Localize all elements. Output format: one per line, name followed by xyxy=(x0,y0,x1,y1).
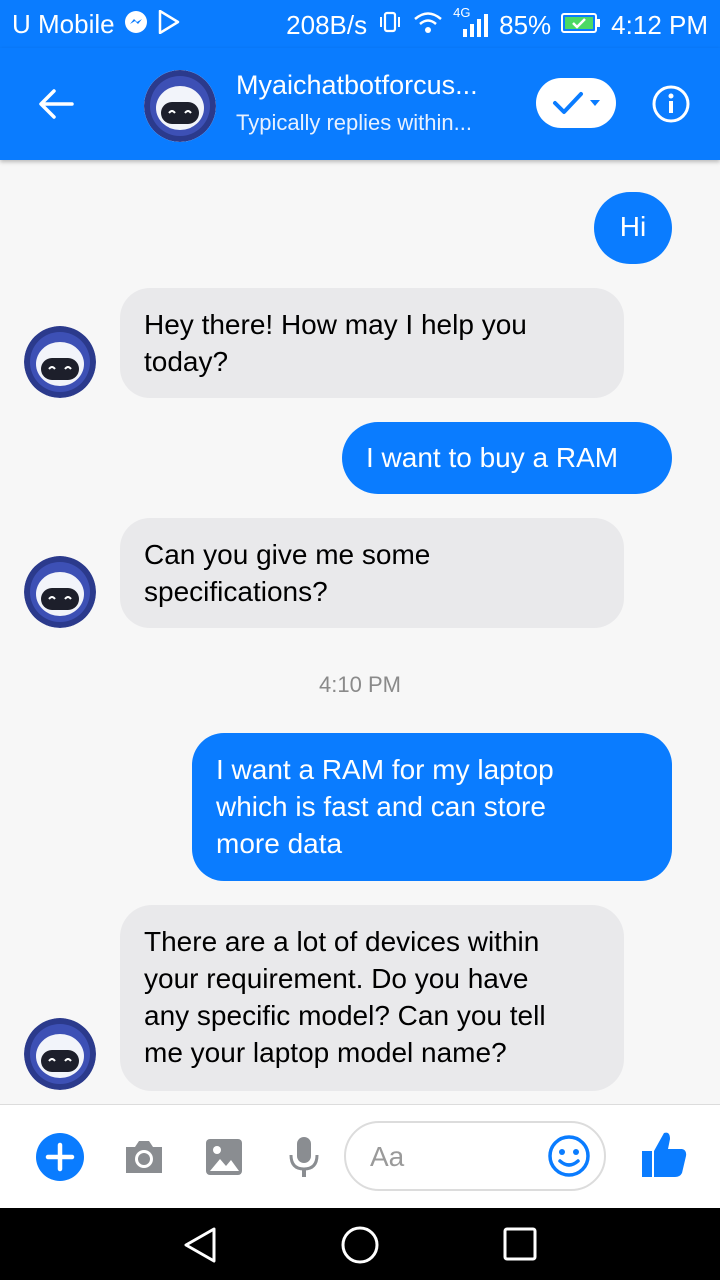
outgoing-message[interactable]: I want a RAM for my laptop which is fast… xyxy=(192,733,672,881)
message-line: There are a lot of devices within xyxy=(144,926,540,957)
info-button[interactable] xyxy=(651,84,691,124)
info-icon xyxy=(652,85,690,123)
message-line: Can you give me some xyxy=(144,539,431,570)
message-line: today? xyxy=(144,346,229,377)
microphone-icon xyxy=(289,1137,319,1177)
battery-icon xyxy=(561,10,601,41)
signal-icon: 4G xyxy=(453,5,489,39)
play-store-notification-icon xyxy=(158,9,180,41)
voice-button[interactable] xyxy=(286,1135,322,1183)
recents-nav-button[interactable] xyxy=(502,1226,538,1266)
carrier-name: U Mobile xyxy=(12,9,115,39)
emoji-button[interactable] xyxy=(546,1133,592,1179)
conversation-subtitle: Typically replies within... xyxy=(236,110,472,135)
network-speed: 208B/s xyxy=(286,10,368,40)
bot-avatar[interactable] xyxy=(144,70,216,142)
message-line: which is fast and can store xyxy=(216,791,546,822)
bot-avatar-small[interactable] xyxy=(24,556,96,628)
messenger-notification-icon xyxy=(124,10,148,41)
gallery-button[interactable] xyxy=(204,1137,244,1181)
robot-avatar-icon xyxy=(24,556,96,628)
incoming-message[interactable]: There are a lot of devices within your r… xyxy=(120,905,624,1091)
plus-icon xyxy=(36,1133,84,1181)
robot-avatar-icon xyxy=(144,70,216,142)
image-icon xyxy=(206,1139,242,1175)
outgoing-message[interactable]: I want to buy a RAM xyxy=(342,422,672,494)
actions-dropdown-button[interactable] xyxy=(536,78,616,128)
outgoing-message[interactable]: Hi xyxy=(594,192,672,264)
camera-icon xyxy=(126,1141,162,1173)
smiley-icon xyxy=(548,1135,590,1177)
message-line: me your laptop model name? xyxy=(144,1037,507,1068)
wifi-icon xyxy=(413,10,443,41)
message-line: I want a RAM for my laptop xyxy=(216,754,554,785)
home-nav-button[interactable] xyxy=(340,1225,380,1269)
conversation-title[interactable]: Myaichatbotforcus... xyxy=(236,70,478,101)
message-text: I want to buy a RAM xyxy=(366,442,619,473)
bot-avatar-small[interactable] xyxy=(24,326,96,398)
conversation-header: Myaichatbotforcus... Typically replies w… xyxy=(0,48,720,160)
incoming-message[interactable]: Hey there! How may I help you today? xyxy=(120,288,624,398)
message-composer: Aa xyxy=(0,1104,720,1209)
camera-button[interactable] xyxy=(122,1137,166,1181)
clock: 4:12 PM xyxy=(611,10,708,40)
message-line: specifications? xyxy=(144,576,328,607)
checkmark-icon xyxy=(553,92,583,114)
message-text: Hi xyxy=(619,211,647,242)
bot-avatar-small[interactable] xyxy=(24,1018,96,1090)
circle-home-icon xyxy=(341,1226,379,1264)
triangle-back-icon xyxy=(184,1227,216,1263)
message-list[interactable]: Hi Hey there! How may I help you today? … xyxy=(0,160,720,1104)
message-line: your requirement. Do you have xyxy=(144,963,529,994)
incoming-message[interactable]: Can you give me some specifications? xyxy=(120,518,624,628)
message-line: Hey there! How may I help you xyxy=(144,309,527,340)
more-actions-button[interactable] xyxy=(36,1133,84,1185)
back-nav-button[interactable] xyxy=(182,1226,218,1268)
message-input-placeholder: Aa xyxy=(370,1141,405,1172)
system-navigation-bar xyxy=(0,1208,720,1280)
message-input[interactable]: Aa xyxy=(344,1121,606,1191)
thumbs-up-icon xyxy=(642,1132,687,1177)
robot-avatar-icon xyxy=(24,326,96,398)
back-button[interactable] xyxy=(34,82,78,126)
arrow-left-icon xyxy=(39,89,74,119)
message-line: more data xyxy=(216,828,343,859)
caret-down-icon xyxy=(590,100,600,106)
vibrate-icon xyxy=(377,9,403,42)
robot-avatar-icon xyxy=(24,1018,96,1090)
like-button[interactable] xyxy=(640,1129,688,1185)
status-bar: U Mobile 208B/s 4G 85% 4:12 PM xyxy=(0,0,720,48)
square-recents-icon xyxy=(503,1227,537,1261)
message-timestamp: 4:10 PM xyxy=(319,672,401,697)
battery-percent: 85% xyxy=(499,10,552,40)
message-line: any specific model? Can you tell xyxy=(144,1000,546,1031)
